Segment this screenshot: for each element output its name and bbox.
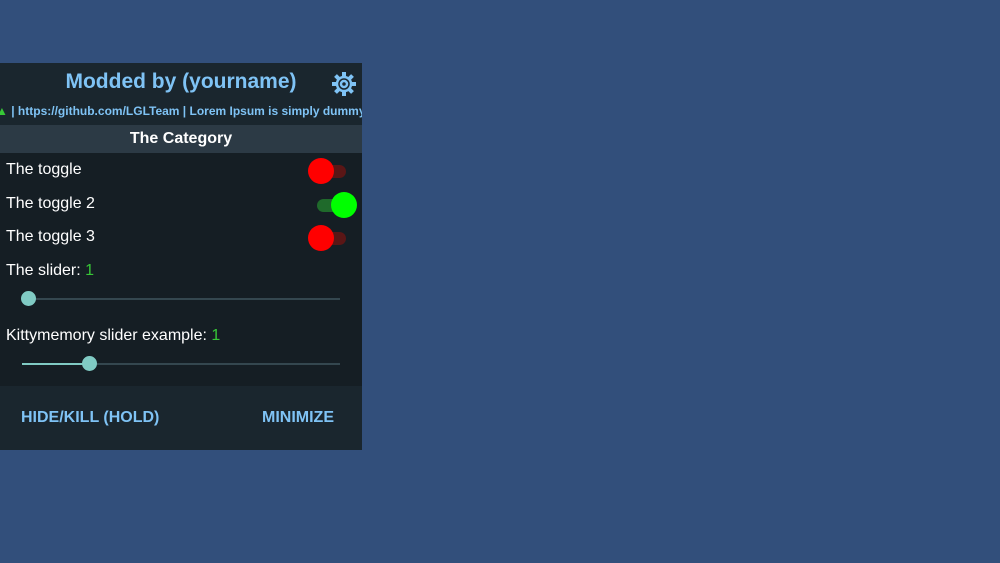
toggle-label: The toggle 2 bbox=[6, 195, 95, 212]
category-header: The Category bbox=[0, 125, 362, 153]
hide-kill-button[interactable]: HIDE/KILL (HOLD) bbox=[21, 409, 159, 427]
slider-label: Kittymemory slider example: 1 bbox=[6, 327, 220, 345]
slider-label-text: The slider: bbox=[6, 262, 86, 279]
slider-label-text: Kittymemory slider example: bbox=[6, 327, 212, 344]
menu-header: Modded by (yourname) ▲ | https://github.… bbox=[0, 63, 362, 125]
toggle-label: The toggle 3 bbox=[6, 228, 95, 245]
mod-menu-panel: Modded by (yourname) ▲ | https://github.… bbox=[0, 63, 362, 450]
toggle-row: The toggle 2 bbox=[6, 191, 357, 219]
marquee-text: ▲ | https://github.com/LGLTeam | Lorem I… bbox=[0, 104, 362, 118]
toggle-thumb bbox=[308, 225, 334, 251]
minimize-button[interactable]: MINIMIZE bbox=[262, 409, 334, 427]
slider-value: 1 bbox=[211, 327, 221, 344]
toggle-row: The toggle bbox=[6, 157, 356, 185]
marquee-body: | https://github.com/LGLTeam | Lorem Ips… bbox=[7, 104, 362, 118]
toggle-thumb bbox=[308, 158, 334, 184]
slider[interactable] bbox=[22, 354, 342, 374]
toggle-thumb bbox=[331, 192, 357, 218]
toggle-switch[interactable] bbox=[306, 157, 356, 185]
slider[interactable] bbox=[21, 289, 342, 309]
toggle-label: The toggle bbox=[6, 161, 82, 178]
menu-footer: HIDE/KILL (HOLD) MINIMIZE bbox=[0, 386, 362, 450]
marquee-prefix: ▲ bbox=[0, 104, 8, 118]
slider-label: The slider: 1 bbox=[6, 262, 94, 280]
slider-knob[interactable] bbox=[21, 291, 36, 306]
slider-knob[interactable] bbox=[82, 356, 97, 371]
menu-title: Modded by (yourname) bbox=[65, 70, 297, 93]
slider-fill bbox=[22, 363, 86, 365]
slider-value: 1 bbox=[85, 262, 95, 279]
gear-icon[interactable] bbox=[331, 71, 357, 97]
slider-rail bbox=[22, 298, 340, 300]
toggle-row: The toggle 3 bbox=[6, 224, 356, 252]
toggle-switch[interactable] bbox=[307, 191, 357, 219]
toggle-switch[interactable] bbox=[306, 224, 356, 252]
